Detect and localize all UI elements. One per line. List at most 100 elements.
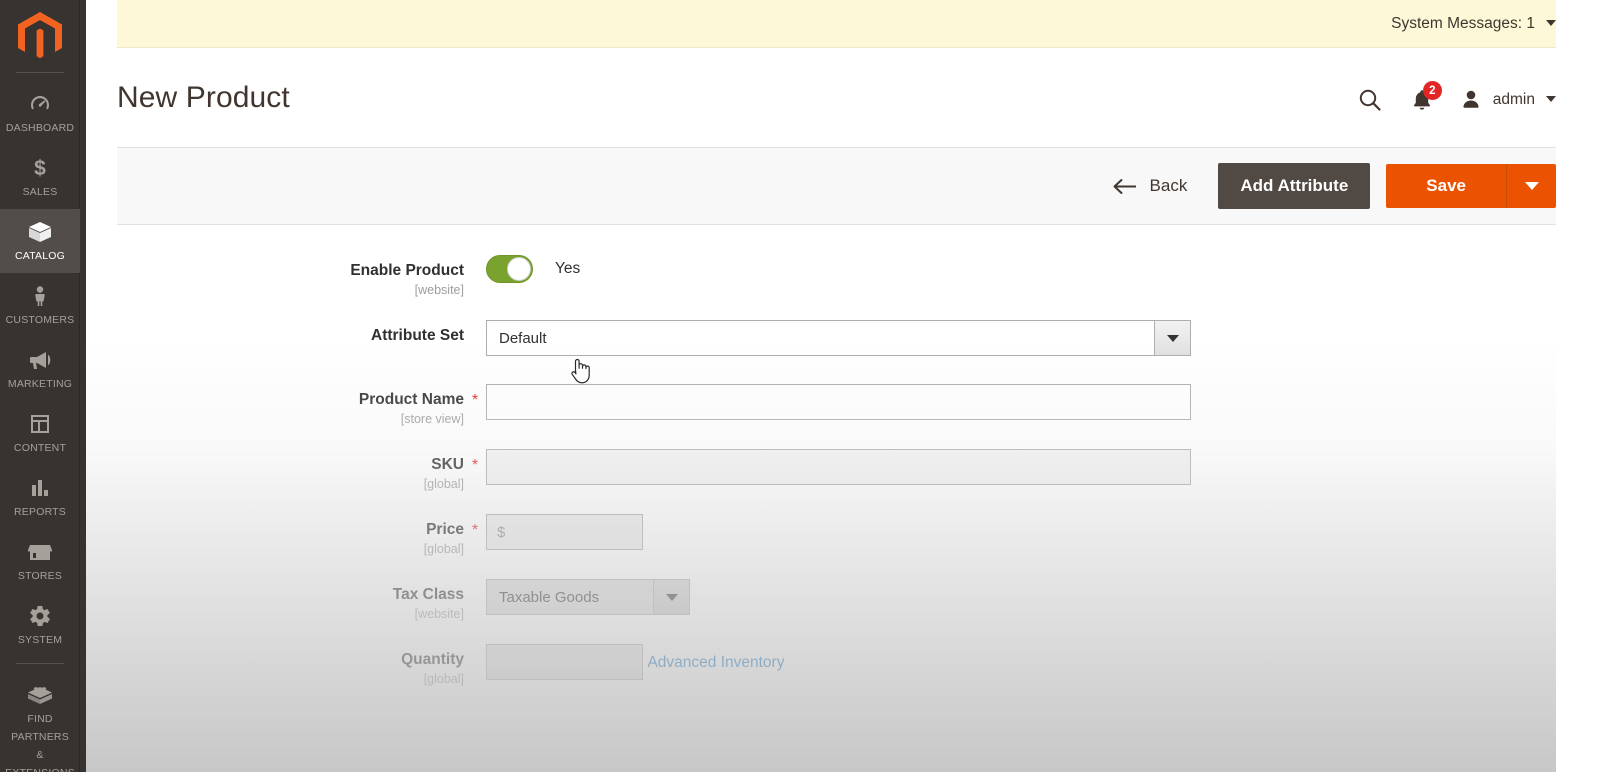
magento-logo[interactable] [0, 0, 79, 72]
field-control-col [486, 514, 643, 550]
sidebar-item-catalog[interactable]: CATALOG [0, 209, 80, 273]
sidebar-item-label: STORES [18, 570, 62, 582]
required-marker: * [464, 522, 486, 540]
tax-class-value: Taxable Goods [487, 580, 653, 614]
save-button[interactable]: Save [1386, 164, 1506, 208]
field-label-col: SKU* [global] [86, 449, 486, 491]
product-name-input[interactable] [486, 384, 1191, 420]
field-label-col: Quantity [global] [86, 644, 486, 686]
field-sku: SKU* [global] [86, 449, 1578, 514]
back-button[interactable]: Back [1108, 170, 1192, 202]
field-product-name: Product Name* [store view] [86, 384, 1578, 449]
required-marker: * [464, 457, 486, 475]
sidebar-item-system[interactable]: SYSTEM [0, 593, 80, 657]
field-label: Quantity [401, 651, 464, 669]
sidebar-item-label: REPORTS [14, 506, 66, 518]
field-attribute-set: Attribute Set Default [86, 320, 1578, 384]
price-input[interactable] [486, 514, 643, 550]
field-scope: [store view] [86, 412, 486, 426]
chevron-down-icon[interactable] [1546, 20, 1556, 26]
box-icon [2, 218, 78, 246]
enable-product-value: Yes [555, 260, 580, 278]
field-label: Attribute Set [371, 327, 464, 345]
dollar-icon: $ [2, 154, 78, 182]
sidebar-item-label: SALES [23, 186, 58, 198]
admin-sidebar: DASHBOARD $ SALES CATALOG [0, 0, 86, 772]
sidebar-item-find-partners-extensions[interactable]: FIND PARTNERS & EXTENSIONS [0, 672, 80, 772]
brick-icon [2, 681, 78, 709]
system-messages-label: System Messages: 1 [1391, 15, 1535, 33]
sidebar-item-content[interactable]: CONTENT [0, 401, 80, 465]
sidebar-item-dashboard[interactable]: DASHBOARD [0, 81, 80, 145]
sidebar-item-label: SYSTEM [18, 634, 62, 646]
field-label: Product Name [359, 391, 464, 409]
back-button-label: Back [1150, 176, 1188, 196]
sku-input[interactable] [486, 449, 1191, 485]
admin-user-label: admin [1493, 91, 1535, 109]
storefront-icon [2, 538, 78, 566]
field-label-col: Price* [global] [86, 514, 486, 556]
field-label-col: Tax Class [website] [86, 579, 486, 621]
sidebar-item-label: CATALOG [15, 250, 65, 262]
megaphone-icon [2, 346, 78, 374]
toggle-knob [507, 257, 531, 281]
field-scope: [website] [86, 283, 486, 297]
save-split-button: Save [1386, 164, 1556, 208]
page-actions-toolbar: Back Add Attribute Save [117, 147, 1578, 225]
main-content: System Messages: 1 New Product [86, 0, 1578, 772]
person-icon [2, 282, 78, 310]
field-label: SKU [431, 456, 464, 474]
sidebar-item-marketing[interactable]: MARKETING [0, 337, 80, 401]
enable-product-toggle[interactable] [486, 255, 533, 283]
field-scope: [website] [86, 607, 486, 621]
field-control-col: Yes [486, 255, 580, 283]
page-header: New Product 2 [86, 49, 1578, 147]
field-enable-product: Enable Product [website] Yes [86, 255, 1578, 320]
sidebar-item-sales[interactable]: $ SALES [0, 145, 80, 209]
sidebar-item-reports[interactable]: REPORTS [0, 465, 80, 529]
add-attribute-button[interactable]: Add Attribute [1218, 163, 1370, 209]
search-button[interactable] [1344, 79, 1396, 121]
user-avatar-icon [1458, 87, 1484, 113]
chevron-down-icon[interactable] [1154, 321, 1190, 355]
field-quantity: Quantity [global] Advanced Inventory [86, 644, 1578, 686]
sidebar-item-label: CUSTOMERS [6, 314, 75, 326]
field-tax-class: Tax Class [website] Taxable Goods [86, 579, 1578, 644]
notifications-badge: 2 [1423, 81, 1442, 100]
sidebar-item-label: CONTENT [14, 442, 66, 454]
field-label-col: Enable Product [website] [86, 255, 486, 297]
sidebar-item-customers[interactable]: CUSTOMERS [0, 273, 80, 337]
admin-user-menu[interactable]: admin [1448, 87, 1556, 113]
field-control-col: Taxable Goods [486, 579, 690, 615]
bar-chart-icon [2, 474, 78, 502]
advanced-inventory-link[interactable]: Advanced Inventory [647, 654, 784, 672]
quantity-input[interactable] [486, 644, 643, 680]
field-control-col [486, 384, 1191, 420]
page-title: New Product [117, 81, 290, 115]
attribute-set-select[interactable]: Default [486, 320, 1191, 356]
field-label-col: Product Name* [store view] [86, 384, 486, 426]
layout-icon [2, 410, 78, 438]
chevron-down-icon[interactable] [653, 580, 689, 614]
dashboard-icon [2, 90, 78, 118]
scrollbar-track[interactable] [1556, 0, 1578, 772]
sidebar-item-label: DASHBOARD [6, 122, 74, 134]
field-scope: [global] [86, 672, 486, 686]
svg-text:$: $ [34, 157, 46, 180]
field-label-col: Attribute Set [86, 320, 486, 345]
sidebar-divider-top [16, 72, 64, 73]
notifications-button[interactable]: 2 [1396, 79, 1448, 121]
system-messages-bar[interactable]: System Messages: 1 [117, 0, 1578, 48]
tax-class-select[interactable]: Taxable Goods [486, 579, 690, 615]
field-scope: [global] [86, 477, 486, 491]
chevron-down-icon [1525, 182, 1539, 190]
sidebar-item-stores[interactable]: STORES [0, 529, 80, 593]
save-options-button[interactable] [1506, 164, 1556, 208]
arrow-left-icon [1112, 178, 1138, 195]
gear-icon [2, 602, 78, 630]
magento-logo-icon [18, 12, 62, 60]
chevron-down-icon[interactable] [1546, 96, 1556, 102]
product-form: Enable Product [website] Yes Attribute S… [86, 255, 1578, 686]
search-icon [1357, 87, 1383, 113]
magento-admin-page: DASHBOARD $ SALES CATALOG [0, 0, 1600, 772]
